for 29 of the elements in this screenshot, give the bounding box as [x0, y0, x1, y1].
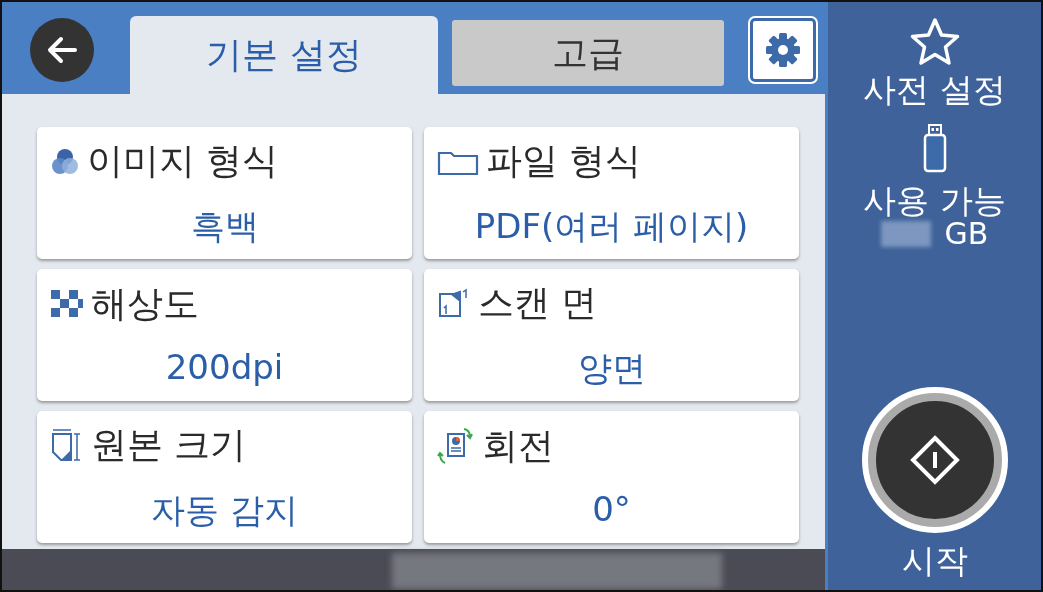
setting-label: 파일 형식 — [486, 139, 642, 183]
presets-button[interactable]: 사전 설정 — [863, 16, 1006, 113]
settings-button[interactable] — [750, 18, 816, 82]
start-label: 시작 — [901, 540, 968, 582]
setting-value: 200dpi — [164, 347, 285, 387]
setting-card[interactable]: 회전 0° — [424, 411, 799, 543]
setting-value: PDF(여러 페이지) — [473, 205, 750, 248]
setting-value: 흑백 — [189, 205, 260, 248]
setting-card[interactable]: 파일 형식 PDF(여러 페이지) — [424, 127, 799, 259]
setting-value: 0° — [591, 489, 632, 529]
blurred-patch — [880, 220, 931, 247]
setting-label: 해상도 — [91, 281, 199, 326]
setting-label: 스캔 면 — [478, 281, 598, 325]
setting-card[interactable]: 해상도 200dpi — [37, 269, 412, 401]
tab[interactable]: 고급 — [452, 20, 724, 86]
setting-label: 이미지 형식 — [87, 139, 279, 183]
setting-card[interactable]: 스캔 면 양면 — [424, 269, 799, 401]
rotate-page-icon — [436, 426, 476, 466]
setting-card[interactable]: 이미지 형식 흑백 — [37, 127, 412, 259]
setting-card[interactable]: 원본 크기 자동 감지 — [37, 411, 412, 543]
usb-drive-icon — [921, 123, 948, 173]
setting-value: 자동 감지 — [150, 489, 299, 532]
left-arrow-icon — [45, 35, 79, 65]
settings-icon — [763, 30, 803, 70]
checker-icon — [49, 288, 85, 320]
setting-label: 회전 — [482, 423, 554, 468]
tab[interactable]: 기본 설정 — [130, 16, 438, 94]
setting-value: 양면 — [576, 347, 647, 390]
setting-label: 원본 크기 — [91, 423, 247, 467]
